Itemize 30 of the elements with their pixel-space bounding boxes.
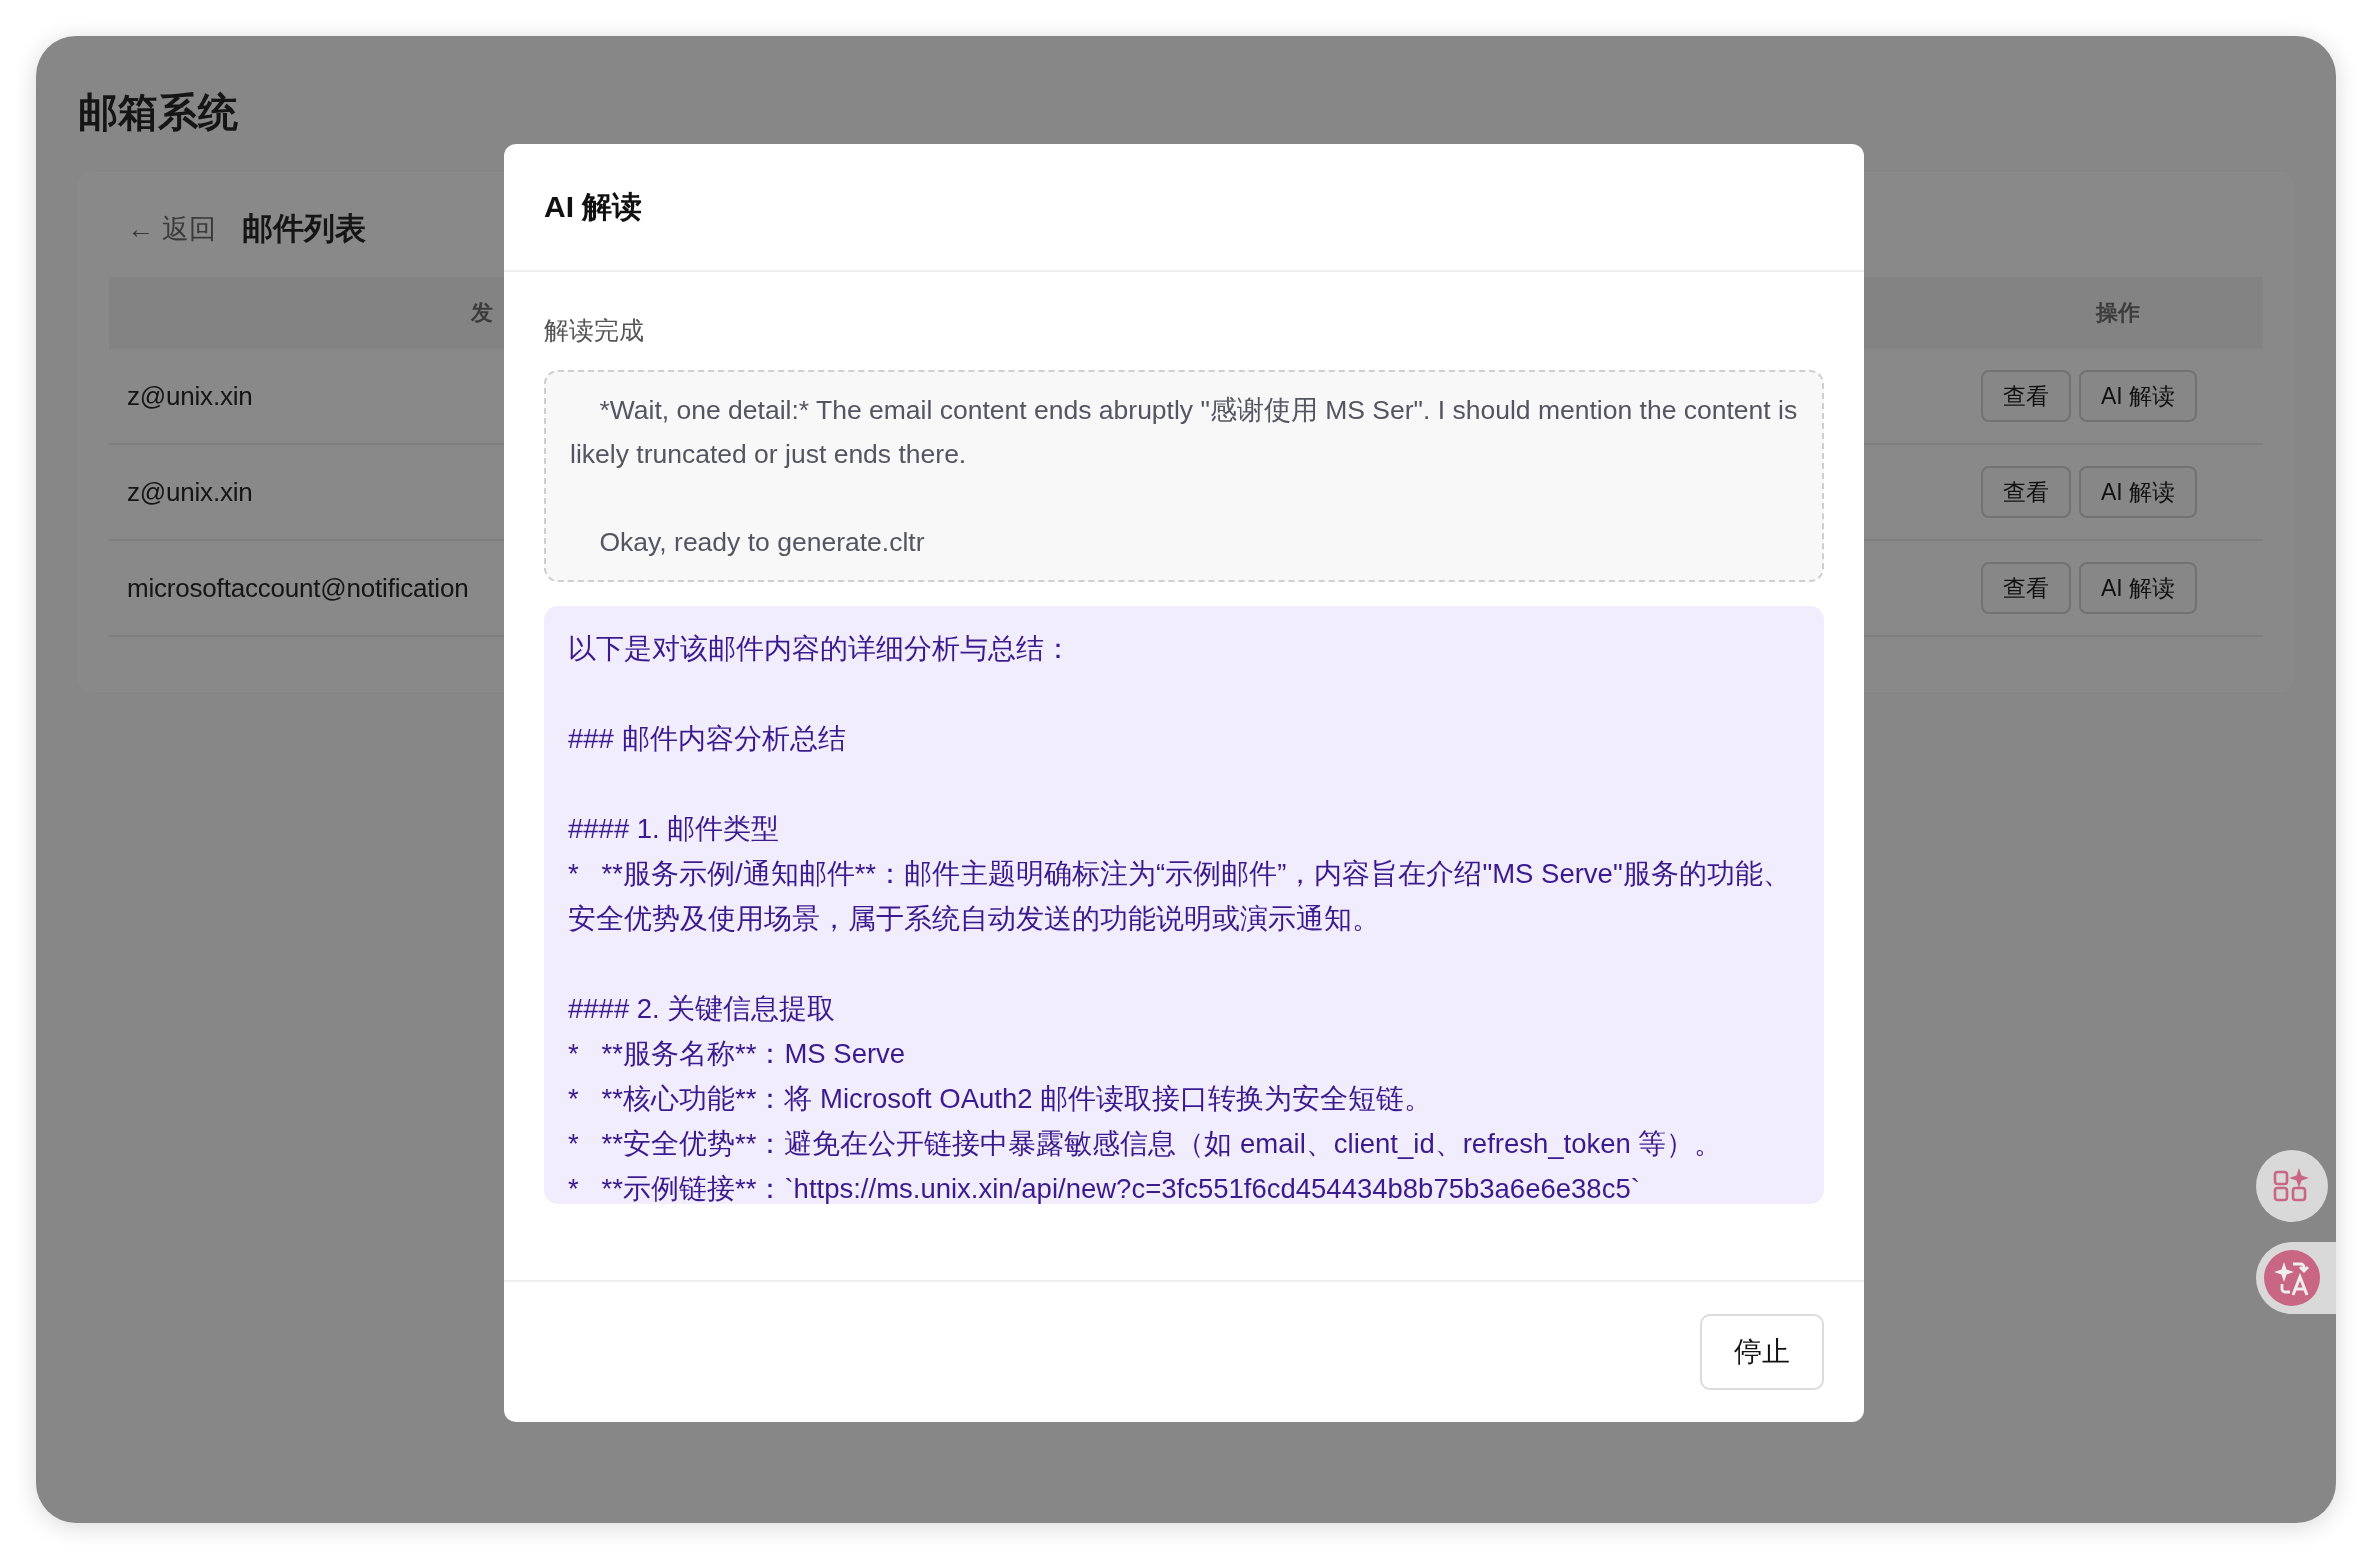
ai-read-button[interactable]: AI 解读 (2078, 370, 2197, 422)
thinking-text: *Wait, one detail:* The email content ends abruptly "感谢使用 MS Ser". I should mention the content is likely truncated or just ends there. (570, 394, 1798, 471)
result-text: * **服务名称**：MS Serve (568, 1037, 907, 1071)
page-title: 邮箱系统 (78, 89, 239, 136)
translate-tab[interactable] (2256, 1242, 2336, 1314)
column-header: 操作 (2094, 299, 2141, 327)
sender-cell: microsoftaccount@notification (127, 572, 469, 604)
result-text: * **安全优势**：避免在公开链接中暴露敏感信息（如 email、client_id、refresh_token 等）。 (568, 1127, 1724, 1161)
sender-cell: z@unix.xin (127, 380, 253, 412)
status-text: 解读完成 (544, 315, 645, 346)
result-text: * **示例链接**：`https://ms.unix.xin/api/new?c=3fc551f6cd454434b8b75b3a6e6e38c5` (568, 1172, 1641, 1204)
result-text: * **核心功能**：将 Microsoft OAuth2 邮件读取接口转换为安全短链。 (568, 1082, 1434, 1116)
ai-read-button[interactable]: AI 解读 (2078, 562, 2197, 614)
back-link[interactable]: ← 返回 (127, 211, 216, 247)
result-text: * **服务示例/通知邮件**：邮件主题明确标注为“示例邮件”，内容旨在介绍"MS Serve"服务的功能、安全优势及使用场景，属于系统自动发送的功能说明或演示通知。 (568, 857, 1792, 936)
card-title: 邮件列表 (241, 210, 366, 248)
sender-cell: z@unix.xin (127, 476, 253, 508)
result-text: #### 2. 关键信息提取 (568, 992, 837, 1026)
view-button[interactable]: 查看 (1980, 562, 2071, 614)
ai-read-button[interactable]: AI 解读 (2078, 466, 2197, 518)
translate-icon (2264, 1250, 2320, 1306)
result-text: 以下是对该邮件内容的详细分析与总结： (568, 632, 1073, 666)
column-header: 发 (470, 299, 494, 327)
view-button[interactable]: 查看 (1980, 370, 2071, 422)
result-text: ### 邮件内容分析总结 (568, 722, 847, 756)
view-button[interactable]: 查看 (1980, 466, 2071, 518)
dialog-title: AI 解读 (544, 188, 643, 225)
thinking-text: Okay, ready to generate.cltr (598, 526, 926, 559)
stop-button[interactable]: 停止 (1700, 1314, 1824, 1390)
result-text: #### 1. 邮件类型 (568, 812, 781, 846)
